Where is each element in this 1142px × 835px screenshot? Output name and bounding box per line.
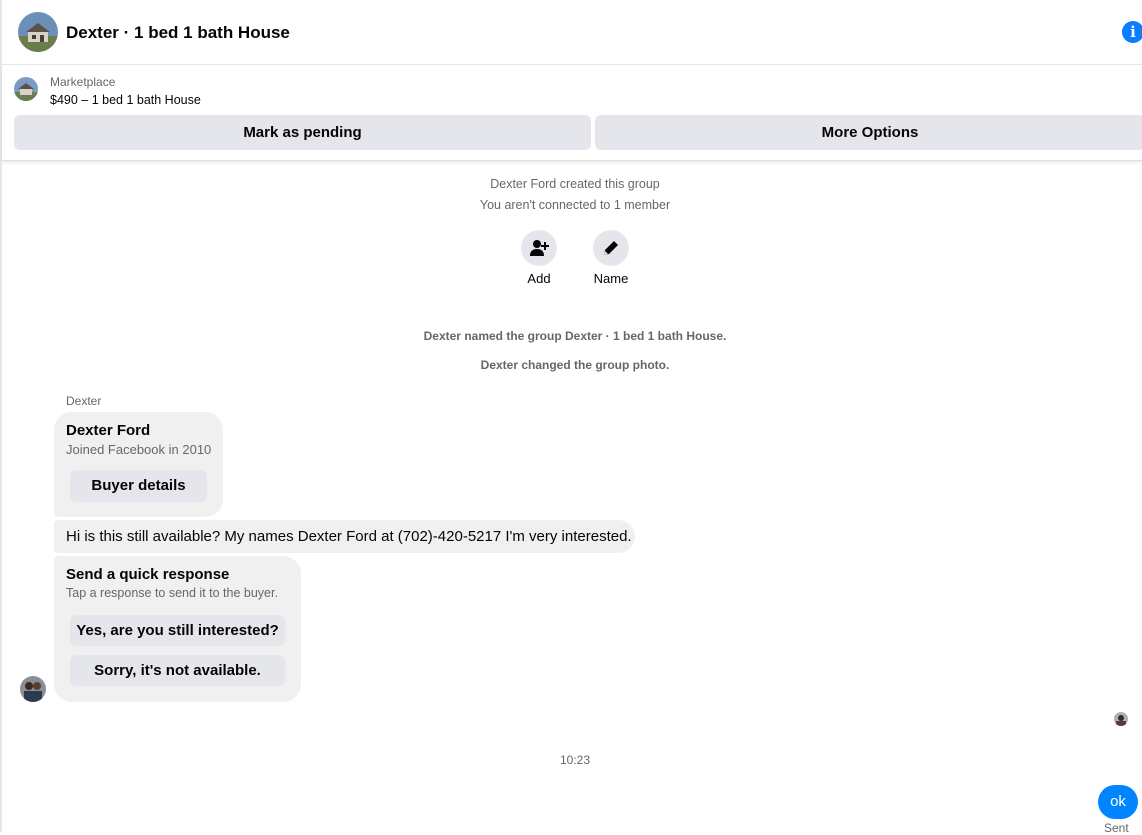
quick-response-card: Send a quick response Tap a response to … (54, 556, 301, 702)
message-timestamp: 10:23 (559, 753, 591, 767)
message-text: Hi is this still available? My names Dex… (66, 528, 632, 545)
group-photo-changed-note: Dexter changed the group photo. (480, 358, 670, 372)
mark-as-pending-button[interactable]: Mark as pending (14, 115, 591, 150)
add-member-action[interactable]: Add (509, 230, 569, 286)
add-label: Add (527, 271, 551, 286)
outgoing-message-bubble[interactable]: ok (1098, 785, 1138, 819)
quick-response-subtitle: Tap a response to send it to the buyer. (66, 586, 278, 600)
info-icon[interactable]: i (1122, 21, 1142, 43)
message-bubble[interactable]: Hi is this still available? My names Dex… (54, 520, 635, 553)
marketplace-label: Marketplace (50, 75, 116, 89)
more-options-button[interactable]: More Options (595, 115, 1142, 150)
conversation-header: Dexter · 1 bed 1 bath House i (2, 0, 1142, 65)
buyer-details-button[interactable]: Buyer details (70, 470, 207, 502)
name-label: Name (593, 271, 629, 286)
group-photo[interactable] (18, 12, 58, 52)
quick-response-yes-button[interactable]: Yes, are you still interested? (70, 615, 285, 646)
pencil-icon[interactable] (593, 230, 629, 266)
marketplace-panel: Marketplace $490 – 1 bed 1 bath House Ma… (2, 65, 1142, 161)
quick-response-sorry-button[interactable]: Sorry, it's not available. (70, 655, 285, 686)
connection-text: You aren't connected to 1 member (479, 198, 671, 212)
sent-status: Sent (1104, 821, 1129, 835)
sender-name: Dexter (66, 394, 102, 408)
listing-thumbnail[interactable] (14, 77, 38, 101)
profile-card: Dexter Ford Joined Facebook in 2010 Buye… (54, 412, 223, 517)
quick-response-title: Send a quick response (66, 566, 230, 583)
name-group-action[interactable]: Name (581, 230, 641, 286)
conversation-title[interactable]: Dexter · 1 bed 1 bath House (66, 23, 290, 43)
sender-avatar[interactable] (20, 676, 46, 702)
profile-name: Dexter Ford (66, 422, 151, 439)
group-renamed-note: Dexter named the group Dexter · 1 bed 1 … (423, 329, 727, 343)
read-receipt-avatar (1114, 712, 1128, 726)
add-person-icon[interactable] (521, 230, 557, 266)
group-created-text: Dexter Ford created this group (490, 177, 660, 191)
listing-title[interactable]: $490 – 1 bed 1 bath House (50, 93, 201, 107)
profile-joined: Joined Facebook in 2010 (66, 442, 212, 457)
